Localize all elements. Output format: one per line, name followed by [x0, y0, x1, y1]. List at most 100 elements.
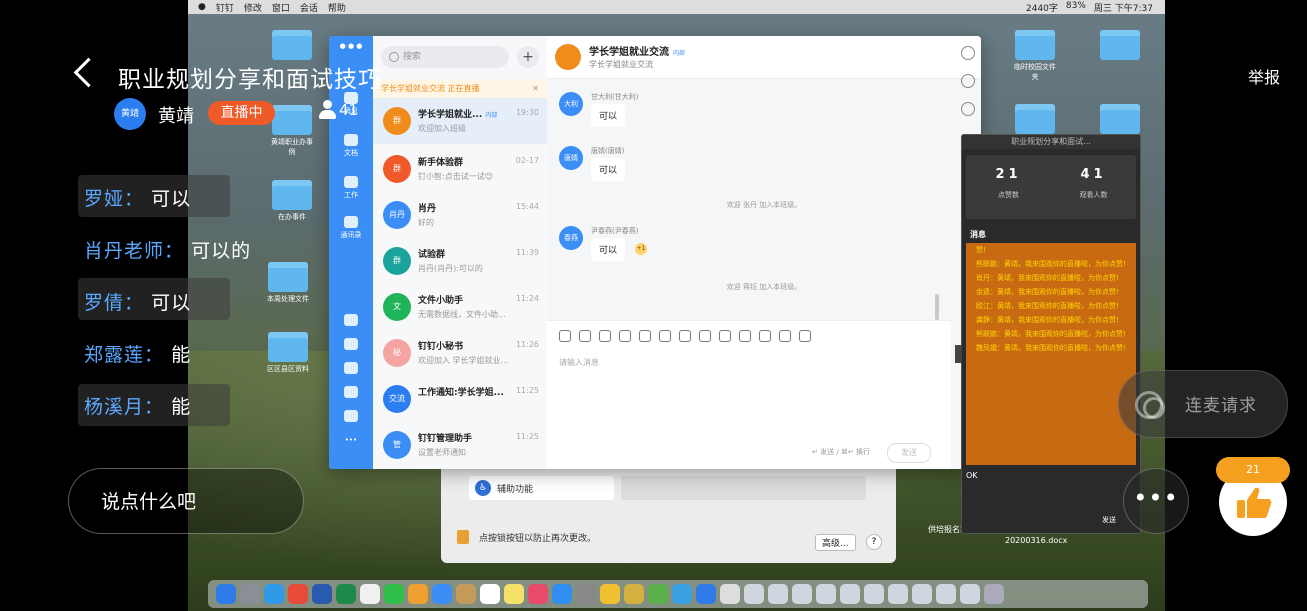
app-icon[interactable]	[648, 584, 668, 604]
rail-docs[interactable]: 文档	[329, 134, 373, 158]
rail-contacts[interactable]: 通讯录	[329, 216, 373, 240]
redpacket-icon[interactable]	[779, 330, 791, 342]
window-thumb-icon[interactable]	[864, 584, 884, 604]
appstore-icon[interactable]	[552, 584, 572, 604]
desktop-folder[interactable]	[1098, 104, 1142, 136]
document-icon[interactable]	[720, 584, 740, 604]
task-icon[interactable]	[329, 338, 373, 352]
conversation-item[interactable]: 文 文件小助手 无需数据线，文件小助... 11:24	[373, 284, 547, 330]
panel-send-button[interactable]: 发送	[1102, 515, 1116, 525]
ding-icon[interactable]	[699, 330, 711, 342]
menu-help[interactable]: 帮助	[328, 1, 346, 14]
search-input[interactable]: 搜索	[381, 46, 509, 68]
trash-icon[interactable]	[984, 584, 1004, 604]
soccer-icon[interactable]	[360, 584, 380, 604]
back-icon[interactable]	[73, 57, 104, 88]
window-thumb-icon[interactable]	[744, 584, 764, 604]
window-thumb-icon[interactable]	[936, 584, 956, 604]
conversation-item[interactable]: 交流 工作通知:学长学姐... 11:25	[373, 376, 547, 422]
window-thumb-icon[interactable]	[768, 584, 788, 604]
scrollbar[interactable]	[935, 294, 939, 320]
conversation-item[interactable]: 管 钉钉管理助手 设置老师通知 11:25	[373, 422, 547, 468]
like-icon[interactable]	[579, 330, 591, 342]
accessibility-item[interactable]: ♿ 辅助功能	[469, 476, 614, 500]
desktop-folder[interactable]	[270, 30, 314, 62]
panel-input[interactable]: OK	[966, 471, 978, 480]
settings-icon[interactable]	[576, 584, 596, 604]
conversation-item[interactable]: 群 新手体验群 钉小智:点击试一试😊 02-17	[373, 146, 547, 192]
mail-icon[interactable]	[759, 330, 771, 342]
chrome-icon[interactable]	[288, 584, 308, 604]
menu-session[interactable]: 会话	[300, 1, 318, 14]
window-thumb-icon[interactable]	[816, 584, 836, 604]
phone-icon[interactable]	[739, 330, 751, 342]
menu-app[interactable]: 钉钉	[216, 1, 234, 14]
qq-icon[interactable]	[600, 584, 620, 604]
user-avatar[interactable]: 大利	[559, 92, 583, 116]
emoji-icon[interactable]	[559, 330, 571, 342]
music-icon[interactable]	[528, 584, 548, 604]
help-button[interactable]: ?	[866, 534, 882, 550]
phone-icon[interactable]	[329, 386, 373, 400]
app-icon[interactable]	[672, 584, 692, 604]
send-button[interactable]: 发送	[887, 443, 931, 463]
stickies-icon[interactable]	[504, 584, 524, 604]
more-button[interactable]: •••	[1123, 468, 1189, 534]
app-icon[interactable]	[696, 584, 716, 604]
history-icon[interactable]	[961, 74, 975, 88]
report-button[interactable]: 举报	[1248, 64, 1280, 88]
mention-icon[interactable]	[619, 330, 631, 342]
menu-edit[interactable]: 修改	[244, 1, 262, 14]
more-icon[interactable]: •••	[329, 436, 373, 444]
checkbox-icon[interactable]	[679, 330, 691, 342]
user-avatar[interactable]: 唐婧	[559, 146, 583, 170]
window-thumb-icon[interactable]	[840, 584, 860, 604]
window-thumb-icon[interactable]	[888, 584, 908, 604]
host-avatar[interactable]: 黄靖	[114, 98, 146, 130]
desktop-folder[interactable]	[1013, 104, 1057, 136]
folder-icon[interactable]	[961, 102, 975, 116]
conversation-item[interactable]: 群 试验群 肖丹(肖丹):可以的 11:39	[373, 238, 547, 284]
calendar-icon[interactable]	[480, 584, 500, 604]
group-avatar[interactable]	[555, 44, 581, 70]
desktop-folder[interactable]: 黄靖职业办事例	[270, 105, 314, 157]
photos-icon[interactable]	[408, 584, 428, 604]
apple-icon[interactable]: ●	[198, 2, 206, 12]
launchpad-icon[interactable]	[240, 584, 260, 604]
menu-window[interactable]: 窗口	[272, 1, 290, 14]
finder-icon[interactable]	[216, 584, 236, 604]
close-icon[interactable]: ✕	[532, 80, 539, 98]
reaction-icon[interactable]: +1	[635, 243, 647, 255]
word-icon[interactable]	[312, 584, 332, 604]
more-icon[interactable]	[799, 330, 811, 342]
padlock-icon[interactable]	[457, 530, 469, 544]
window-thumb-icon[interactable]	[792, 584, 812, 604]
more-circle-icon[interactable]	[961, 46, 975, 60]
excel-icon[interactable]	[336, 584, 356, 604]
window-controls[interactable]: ● ● ●	[329, 42, 373, 50]
notes-icon[interactable]	[456, 584, 476, 604]
desktop-folder[interactable]: 在办事件	[270, 180, 314, 222]
desktop-file[interactable]: 20200316.docx	[1005, 536, 1067, 545]
scissors-icon[interactable]	[599, 330, 611, 342]
ding-icon[interactable]	[329, 362, 373, 376]
safari-icon[interactable]	[264, 584, 284, 604]
dingtalk-icon[interactable]	[432, 584, 452, 604]
window-thumb-icon[interactable]	[912, 584, 932, 604]
desktop-folder[interactable]: 区区县区资料	[266, 332, 310, 374]
live-banner[interactable]: 学长学姐就业交流 正在直播 ✕	[373, 80, 547, 98]
user-avatar[interactable]: 春燕	[559, 226, 583, 250]
rail-work[interactable]: 工作	[329, 176, 373, 200]
mic-request-button[interactable]: 连麦请求	[1118, 370, 1288, 438]
video-icon[interactable]	[719, 330, 731, 342]
desktop-folder[interactable]: 临时校园文件夹	[1013, 30, 1057, 82]
window-thumb-icon[interactable]	[960, 584, 980, 604]
calendar-icon[interactable]	[329, 314, 373, 328]
folder-icon[interactable]	[639, 330, 651, 342]
conversation-item[interactable]: 秘 钉钉小秘书 欢迎加入 学长学姐就业... 11:26	[373, 330, 547, 376]
desktop-folder[interactable]	[1098, 30, 1142, 62]
calendar-icon[interactable]	[659, 330, 671, 342]
wechat-icon[interactable]	[384, 584, 404, 604]
advanced-button[interactable]: 高级...	[815, 534, 856, 551]
add-button[interactable]: +	[517, 46, 539, 68]
